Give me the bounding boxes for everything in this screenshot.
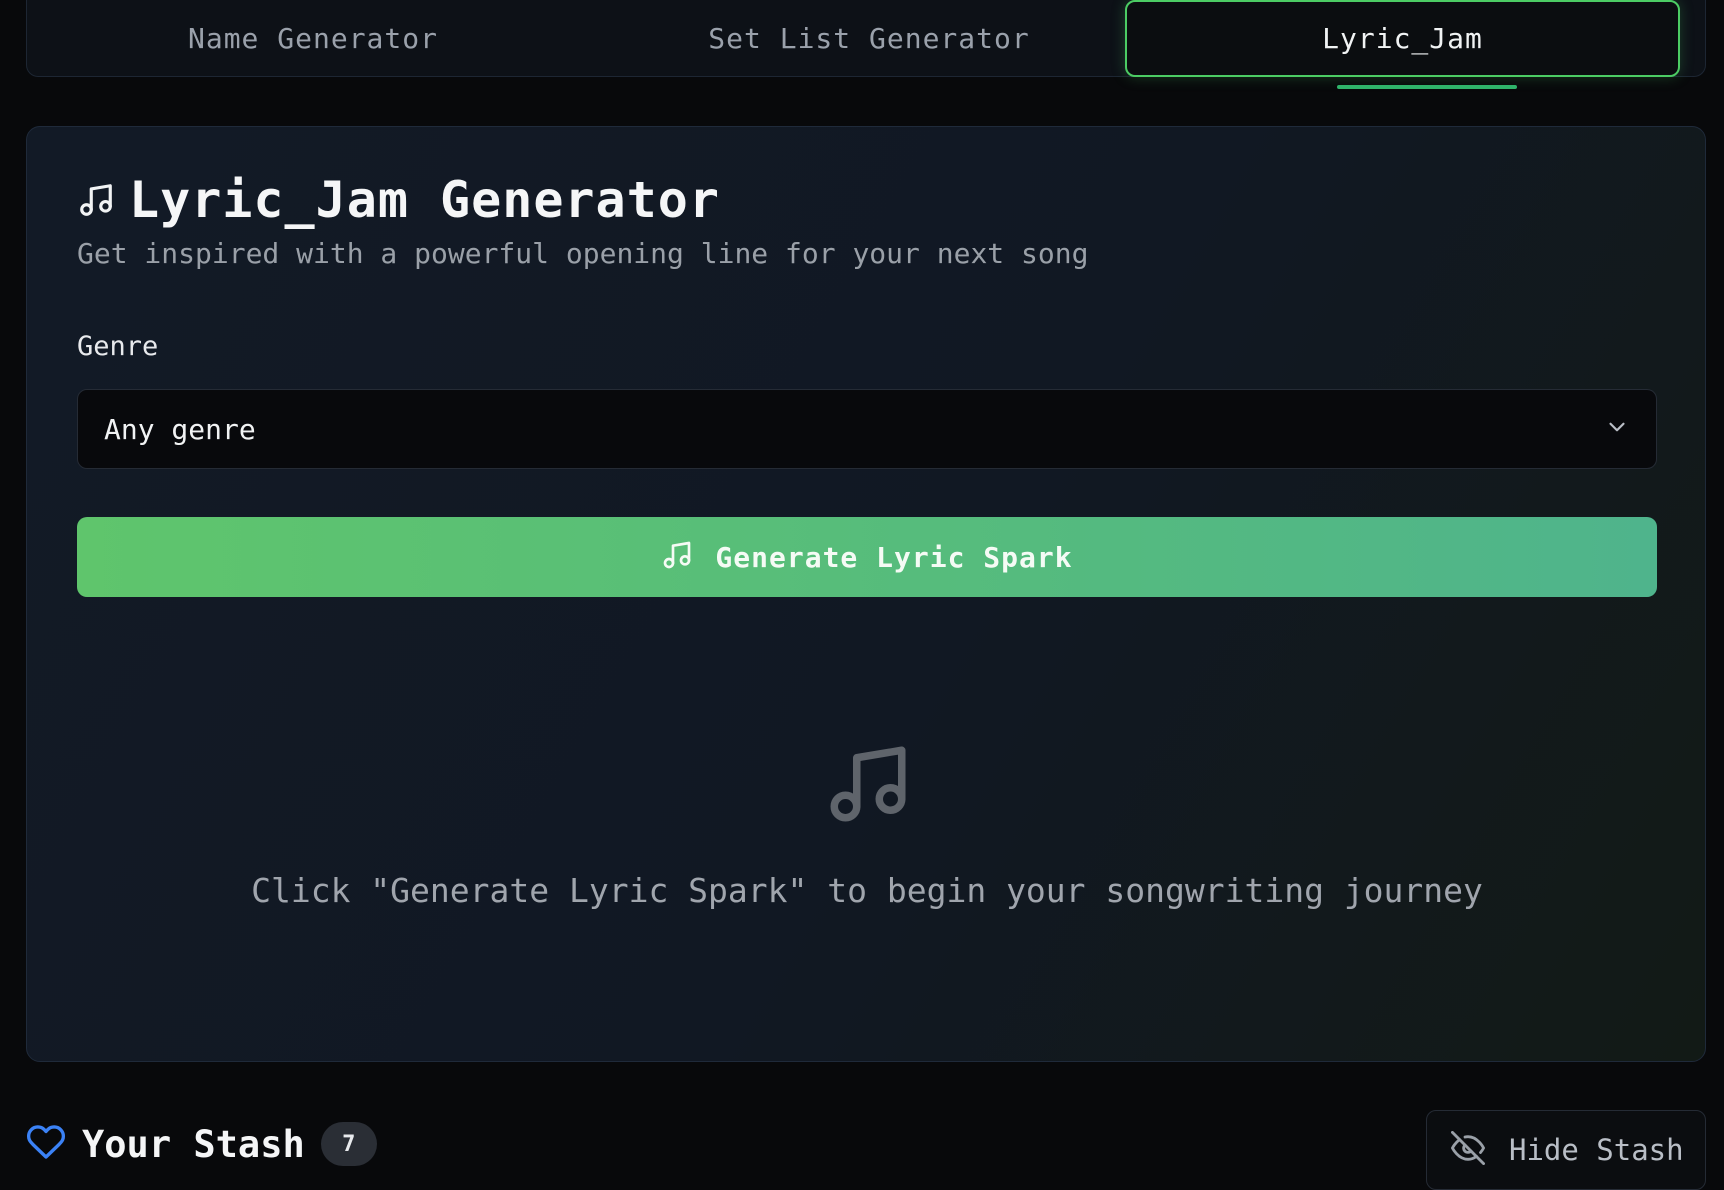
page-subtitle: Get inspired with a powerful opening lin… [77, 237, 1089, 270]
stash-header: Your Stash 7 [26, 1122, 377, 1166]
stash-count-badge: 7 [320, 1122, 377, 1166]
genre-label: Genre [77, 331, 159, 362]
lyric-jam-card: Lyric_Jam Generator Get inspired with a … [26, 126, 1706, 1062]
eye-off-icon [1451, 1131, 1485, 1169]
music-note-icon [661, 539, 693, 575]
tab-set-list-generator[interactable]: Set List Generator [599, 0, 1139, 77]
generate-lyric-spark-button[interactable]: Generate Lyric Spark [77, 517, 1657, 597]
music-note-icon [823, 739, 913, 833]
tab-name-generator[interactable]: Name Generator [27, 0, 599, 77]
active-tab-indicator [1337, 85, 1517, 89]
genre-select[interactable]: Any genre [77, 389, 1657, 469]
stash-title: Your Stash [82, 1122, 305, 1166]
tab-lyric-jam[interactable]: Lyric_Jam [1125, 0, 1680, 77]
heart-icon [26, 1122, 66, 1166]
genre-select-value: Any genre [104, 412, 256, 446]
card-header: Lyric_Jam Generator [77, 171, 720, 229]
hide-stash-label: Hide Stash [1509, 1133, 1684, 1167]
music-note-icon [77, 181, 115, 219]
hide-stash-button[interactable]: Hide Stash [1426, 1110, 1706, 1190]
generate-button-label: Generate Lyric Spark [715, 540, 1073, 574]
empty-state-text: Click "Generate Lyric Spark" to begin yo… [251, 871, 1483, 910]
chevron-down-icon [1604, 414, 1630, 444]
page-title: Lyric_Jam Generator [129, 171, 720, 229]
